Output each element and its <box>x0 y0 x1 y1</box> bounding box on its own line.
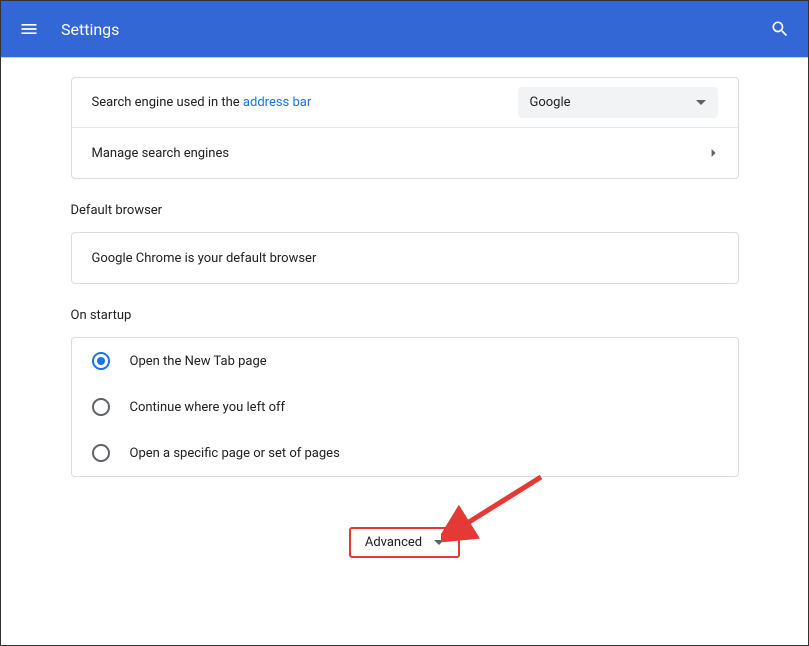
menu-icon[interactable] <box>17 17 41 41</box>
search-engine-selected-value: Google <box>530 95 571 110</box>
startup-option-label: Open a specific page or set of pages <box>130 446 340 461</box>
page-title: Settings <box>61 20 768 39</box>
startup-option-label: Continue where you left off <box>130 400 286 415</box>
manage-search-engines-label: Manage search engines <box>92 146 710 161</box>
chevron-down-icon <box>696 98 706 108</box>
search-icon[interactable] <box>768 17 792 41</box>
search-engine-row: Search engine used in the address bar Go… <box>72 78 738 128</box>
default-browser-status: Google Chrome is your default browser <box>92 251 317 266</box>
radio-icon <box>92 352 110 370</box>
default-browser-title: Default browser <box>71 203 739 232</box>
startup-card: Open the New Tab page Continue where you… <box>71 337 739 477</box>
chevron-down-icon <box>434 538 444 548</box>
startup-title: On startup <box>71 308 739 337</box>
startup-section: On startup Open the New Tab page Continu… <box>71 308 739 477</box>
manage-search-engines-row[interactable]: Manage search engines <box>72 128 738 178</box>
advanced-button[interactable]: Advanced <box>349 527 460 558</box>
search-engine-label: Search engine used in the address bar <box>92 95 518 110</box>
startup-option-new-tab[interactable]: Open the New Tab page <box>72 338 738 384</box>
startup-option-specific[interactable]: Open a specific page or set of pages <box>72 430 738 476</box>
default-browser-card: Google Chrome is your default browser <box>71 232 739 284</box>
radio-icon <box>92 398 110 416</box>
radio-icon <box>92 444 110 462</box>
chevron-right-icon <box>710 149 718 157</box>
advanced-section: Advanced <box>1 527 808 558</box>
address-bar-link[interactable]: address bar <box>243 95 311 110</box>
search-engine-section: Search engine used in the address bar Go… <box>71 77 739 179</box>
startup-option-continue[interactable]: Continue where you left off <box>72 384 738 430</box>
search-engine-select[interactable]: Google <box>518 87 718 118</box>
search-engine-card: Search engine used in the address bar Go… <box>71 77 739 179</box>
default-browser-section: Default browser Google Chrome is your de… <box>71 203 739 284</box>
default-browser-row: Google Chrome is your default browser <box>72 233 738 283</box>
app-header: Settings <box>1 1 808 57</box>
startup-option-label: Open the New Tab page <box>130 354 267 369</box>
settings-content[interactable]: Search engine used in the address bar Go… <box>1 57 808 645</box>
search-engine-label-text: Search engine used in the <box>92 95 243 110</box>
advanced-label: Advanced <box>365 535 422 550</box>
